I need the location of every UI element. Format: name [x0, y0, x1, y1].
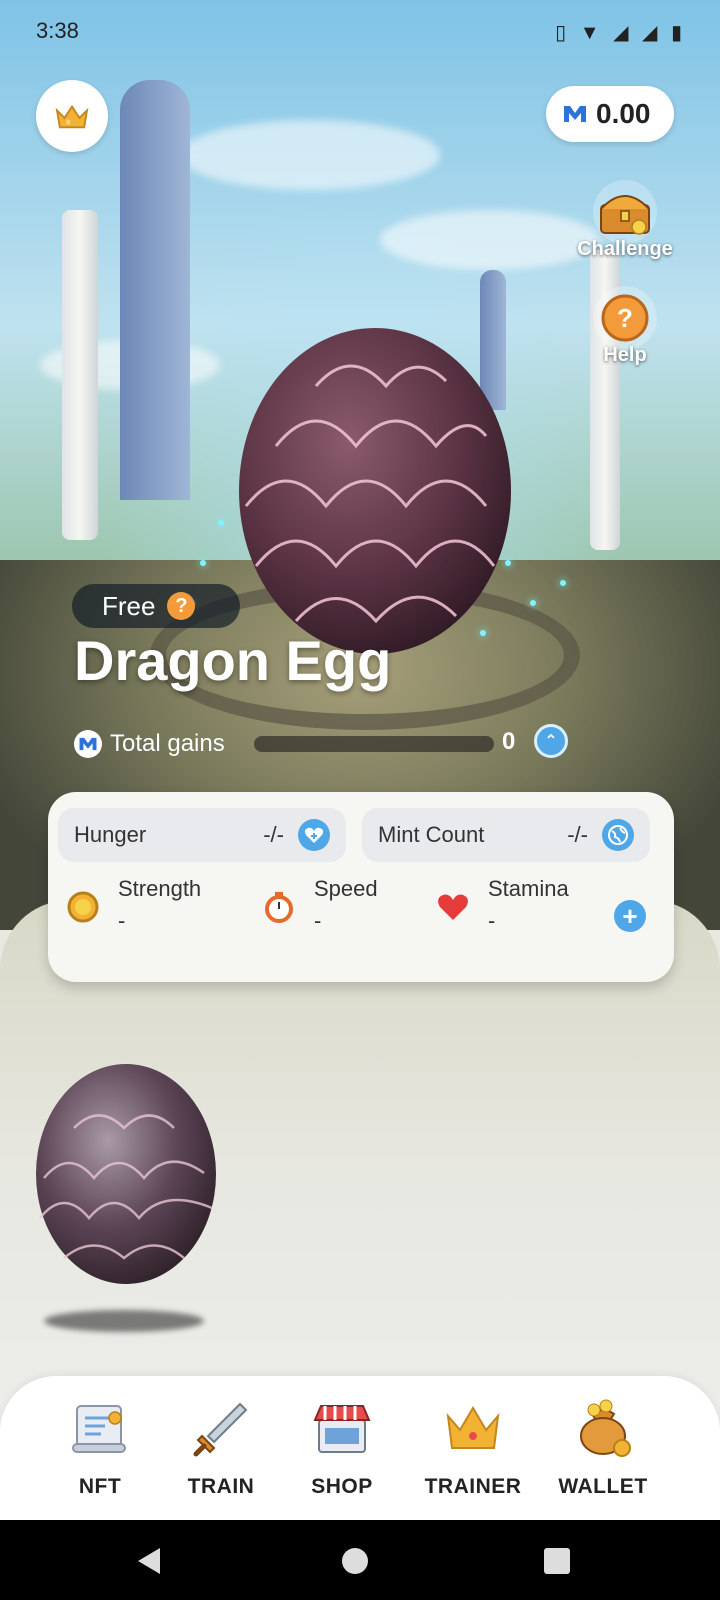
- hunger-label: Hunger: [74, 822, 147, 847]
- egg-shadow: [44, 1310, 204, 1332]
- total-gains-value: 0: [502, 728, 516, 755]
- nav-label-wallet: WALLET: [558, 1475, 648, 1498]
- feed-heart-button[interactable]: [298, 819, 330, 851]
- help-button[interactable]: ? Help: [570, 286, 680, 367]
- mint-count-value: -/-: [567, 822, 588, 847]
- upgrade-button[interactable]: ⌃: [534, 724, 568, 758]
- coin-icon: [67, 891, 99, 923]
- svg-text:?: ?: [617, 303, 633, 333]
- trainer-badge-button[interactable]: [36, 80, 108, 152]
- balance-pill[interactable]: 0.00: [546, 86, 674, 142]
- token-m-icon: [564, 106, 586, 122]
- plus-icon: +: [622, 901, 638, 931]
- nav-item-wallet[interactable]: WALLET: [543, 1396, 663, 1499]
- nav-item-trainer[interactable]: TRAINER: [413, 1396, 533, 1499]
- chevron-up-icon: ⌃: [544, 733, 558, 750]
- heart-plus-icon: [304, 827, 324, 843]
- egg-inventory-item[interactable]: [34, 1058, 218, 1286]
- stopwatch-icon: [265, 892, 293, 923]
- nav-item-nft[interactable]: NFT: [40, 1396, 160, 1499]
- home-icon[interactable]: [340, 1546, 370, 1576]
- treasure-chest-icon: [593, 180, 657, 244]
- mint-count-label: Mint Count: [378, 822, 485, 847]
- nav-label-shop: SHOP: [311, 1475, 373, 1498]
- hunger-value: -/-: [263, 822, 284, 847]
- crown-icon: [55, 104, 89, 129]
- balance-value: 0.00: [596, 98, 651, 129]
- battery-icon: ▮: [670, 22, 686, 44]
- stamina-label: Stamina: [488, 876, 569, 901]
- stamina-value: -: [488, 908, 496, 933]
- dragon-egg-image[interactable]: [236, 316, 514, 656]
- nav-label-trainer: TRAINER: [424, 1475, 522, 1498]
- speed-label: Speed: [314, 876, 378, 901]
- wifi-icon: ▼: [579, 22, 604, 44]
- status-bar: 3:38 ▯ ▼ ◢ ◢ ▮: [0, 0, 720, 64]
- recents-icon[interactable]: [542, 1546, 572, 1576]
- total-gains-label: Total gains: [110, 730, 225, 757]
- free-tag[interactable]: Free ?: [72, 584, 240, 628]
- challenge-label: Challenge: [577, 238, 673, 260]
- pet-name: Dragon Egg: [74, 629, 392, 692]
- heart-icon: [438, 894, 468, 920]
- status-icons: ▯ ▼ ◢ ◢ ▮: [555, 20, 686, 45]
- strength-label: Strength: [118, 876, 202, 901]
- money-bag-icon: [580, 1399, 631, 1457]
- token-m-icon: [74, 730, 102, 758]
- mint-count-chip: Mint Count -/-: [362, 808, 650, 862]
- scroll-icon: [72, 1405, 126, 1453]
- globe-icon: [608, 825, 628, 845]
- nav-label-train: TRAIN: [187, 1475, 255, 1498]
- back-icon[interactable]: [134, 1546, 164, 1576]
- help-icon: ?: [593, 286, 657, 350]
- strength-value: -: [118, 908, 126, 933]
- gains-progress-bar: [254, 736, 494, 752]
- help-label: Help: [603, 344, 647, 366]
- bottom-nav: NFT TRAIN SHOP TRAINER WALLET: [0, 1376, 720, 1524]
- mint-button[interactable]: [602, 819, 634, 851]
- stats-card: Hunger -/- Mint Count -/- Strength - Spe…: [48, 792, 674, 982]
- crown-icon: [446, 1406, 500, 1449]
- free-tag-label: Free: [102, 590, 156, 621]
- sword-icon: [193, 1402, 248, 1457]
- signal-icon: ◢: [613, 22, 633, 44]
- nav-label-nft: NFT: [78, 1475, 122, 1498]
- system-nav-bar: [0, 1520, 720, 1600]
- question-icon[interactable]: ?: [167, 592, 196, 620]
- challenge-button[interactable]: Challenge: [570, 180, 680, 261]
- hunger-chip: Hunger -/-: [58, 808, 346, 862]
- shop-icon: [313, 1405, 371, 1453]
- vibrate-icon: ▯: [555, 22, 571, 44]
- signal-2-icon: ◢: [642, 22, 662, 44]
- speed-value: -: [314, 908, 322, 933]
- add-stats-button[interactable]: +: [614, 900, 646, 932]
- nav-item-shop[interactable]: SHOP: [282, 1396, 402, 1499]
- total-gains-row: Total gains 0 ⌃: [74, 722, 584, 766]
- nav-item-train[interactable]: TRAIN: [161, 1396, 281, 1499]
- status-time: 3:38: [36, 18, 79, 43]
